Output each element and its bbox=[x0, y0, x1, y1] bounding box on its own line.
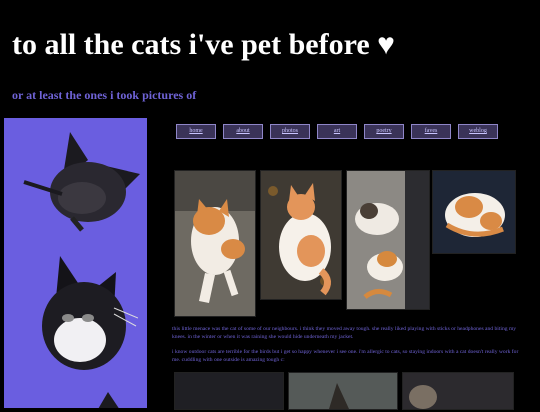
nav-about-link[interactable]: about bbox=[223, 124, 263, 139]
cat-photo-6[interactable] bbox=[288, 372, 398, 410]
cat-photo-5[interactable] bbox=[174, 372, 284, 410]
main-navigation: home about photos art poetry faves weblo… bbox=[176, 124, 498, 139]
photo-gallery bbox=[174, 170, 516, 320]
cat-cutout-tuxedo bbox=[42, 256, 138, 370]
nav-home-link[interactable]: home bbox=[176, 124, 216, 139]
cat-photo-7[interactable] bbox=[402, 372, 514, 410]
page-subtitle: or at least the ones i took pictures of bbox=[12, 88, 197, 102]
cat-photo-3[interactable] bbox=[346, 170, 430, 310]
sidebar-cat-collage bbox=[4, 118, 147, 408]
page-title: to all the cats i've pet before ♥ bbox=[12, 28, 395, 61]
cat-photo-4[interactable] bbox=[432, 170, 516, 254]
nav-weblog-link[interactable]: weblog bbox=[458, 124, 498, 139]
caption-outdoor-cats: i know outdoor cats are terrible for the… bbox=[172, 349, 519, 363]
caption-neighbour-cat: this little menace was the cat of some o… bbox=[172, 326, 517, 340]
nav-faves-link[interactable]: faves bbox=[411, 124, 451, 139]
cat-photo-2[interactable] bbox=[260, 170, 342, 300]
nav-poetry-link[interactable]: poetry bbox=[364, 124, 404, 139]
photo-gallery-row-2 bbox=[174, 372, 514, 412]
cat-cutout-tabby bbox=[23, 132, 140, 232]
nav-photos-link[interactable]: photos bbox=[270, 124, 310, 139]
nav-art-link[interactable]: art bbox=[317, 124, 357, 139]
cat-photo-1[interactable] bbox=[174, 170, 256, 317]
